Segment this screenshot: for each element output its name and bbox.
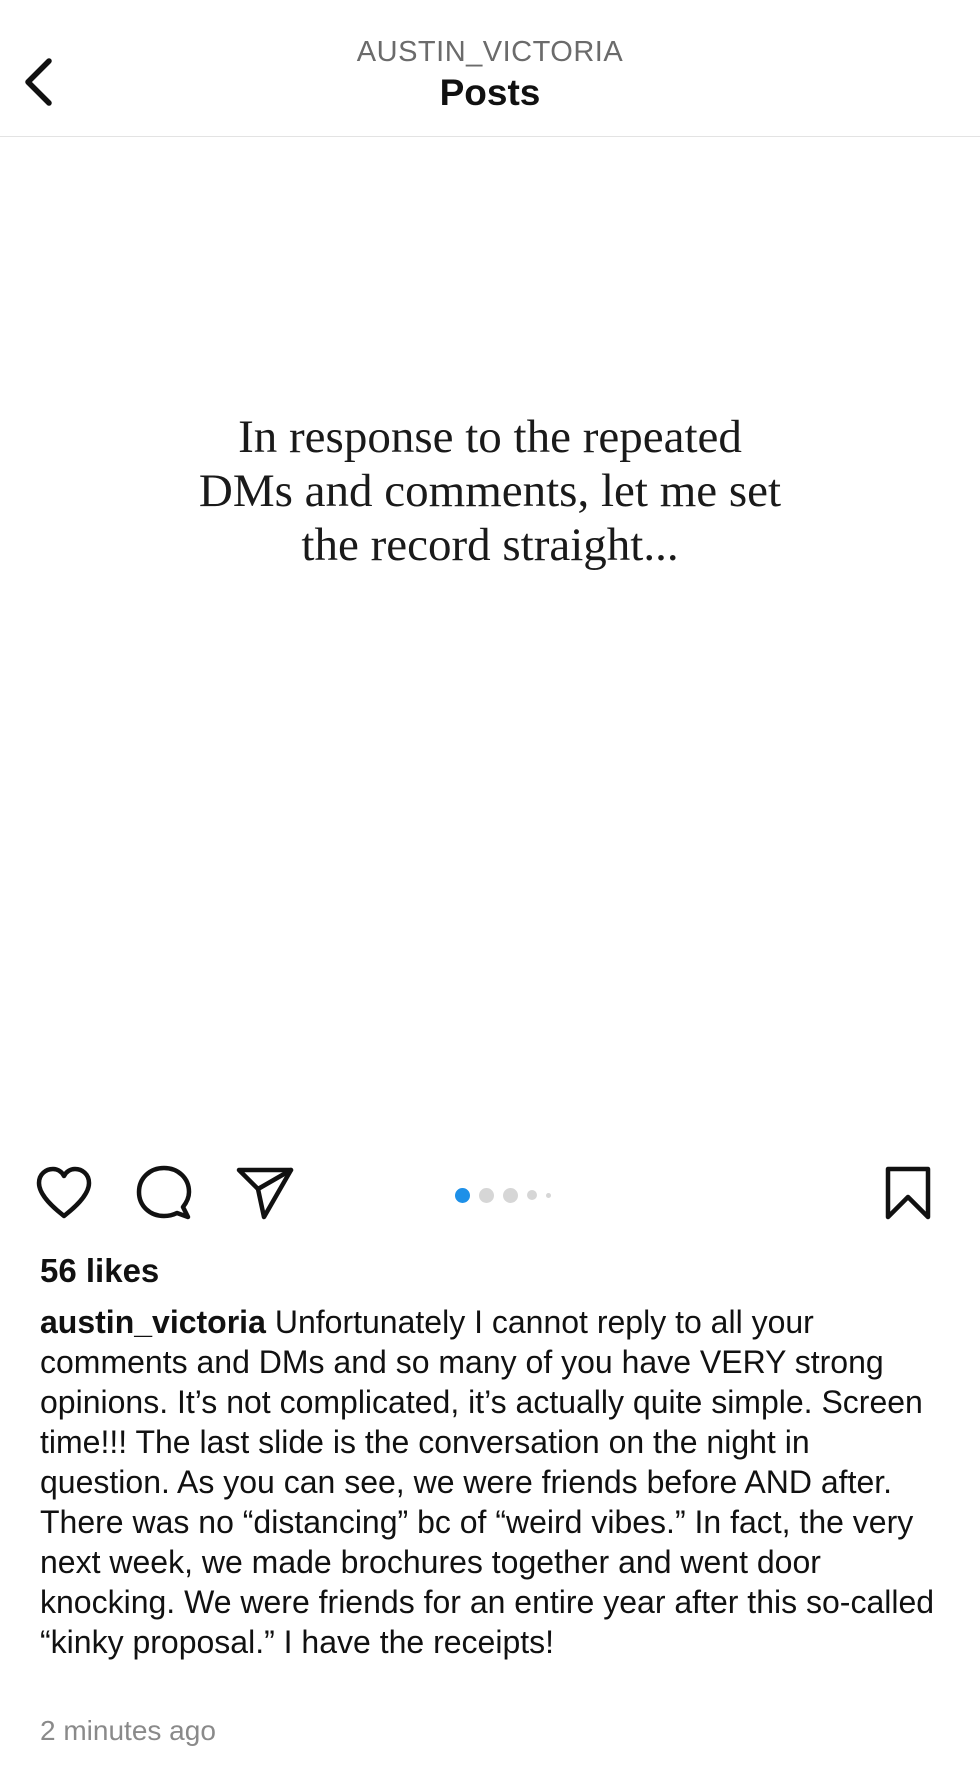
caption-username[interactable]: austin_victoria (40, 1304, 266, 1340)
save-button[interactable] (875, 1160, 941, 1226)
carousel-dot (546, 1192, 551, 1198)
carousel-indicator (455, 1187, 560, 1203)
comment-icon (136, 1165, 192, 1220)
post-caption: austin_victoria Unfortunately I cannot re… (40, 1302, 940, 1662)
carousel-dot (479, 1187, 494, 1203)
post-actions-bar (0, 1160, 980, 1226)
like-count[interactable]: 56 likes (40, 1252, 159, 1290)
carousel-dot (455, 1187, 470, 1203)
like-button[interactable] (31, 1160, 97, 1226)
caption-text: Unfortunately I cannot reply to all your… (40, 1304, 935, 1660)
paper-plane-icon (236, 1167, 294, 1220)
carousel-dot (527, 1190, 537, 1200)
post-image[interactable]: In response to the repeated DMs and comm… (0, 138, 980, 1138)
post-timestamp: 2 minutes ago (40, 1715, 216, 1746)
page-title: Posts (439, 72, 541, 113)
post-image-text: In response to the repeated DMs and comm… (198, 411, 782, 571)
heart-icon (36, 1166, 92, 1219)
top-navigation-bar: AUSTIN_VICTORIA Posts (0, 0, 980, 137)
carousel-dot (503, 1187, 518, 1203)
account-name: AUSTIN_VICTORIA (356, 36, 624, 68)
bookmark-icon (885, 1166, 931, 1220)
share-button[interactable] (232, 1160, 298, 1226)
comment-button[interactable] (131, 1160, 197, 1226)
